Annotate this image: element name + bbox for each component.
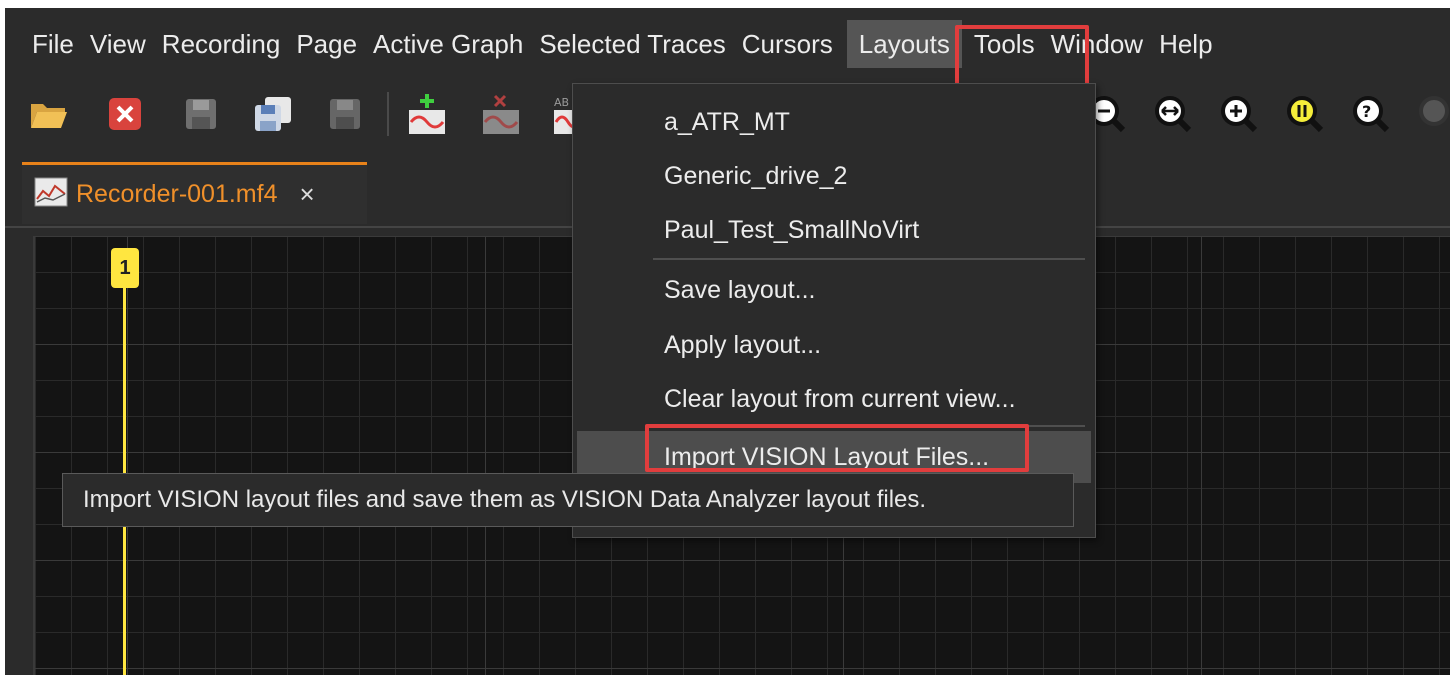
tab-label: Recorder-001.mf4 — [76, 180, 278, 208]
layouts-dropdown-menu: a_ATR_MT Generic_drive_2 Paul_Test_Small… — [572, 83, 1096, 538]
menu-window[interactable]: Window — [1051, 20, 1158, 68]
zoom-pause-icon[interactable]: ? — [1349, 92, 1393, 136]
remove-trace-icon[interactable] — [479, 92, 523, 136]
chart-file-icon — [34, 177, 68, 212]
zoom-in-icon[interactable] — [1217, 92, 1261, 136]
svg-text:AB: AB — [554, 96, 569, 109]
menu-recording[interactable]: Recording — [162, 20, 296, 68]
save-disabled-icon[interactable] — [323, 92, 367, 136]
zoom-query-icon[interactable] — [1415, 92, 1450, 136]
tab-close-icon[interactable]: × — [299, 179, 314, 210]
cursor-line[interactable] — [123, 266, 126, 675]
save-icon[interactable] — [179, 92, 223, 136]
layout-item-a-atr-mt[interactable]: a_ATR_MT — [573, 96, 1095, 148]
menu-separator — [653, 425, 1085, 427]
menu-page[interactable]: Page — [296, 20, 372, 68]
apply-layout-item[interactable]: Apply layout... — [573, 319, 1095, 371]
zoom-vertical-icon[interactable] — [1283, 92, 1327, 136]
menu-cursors[interactable]: Cursors — [742, 20, 848, 68]
menu-file[interactable]: File — [32, 20, 89, 68]
menu-selected-traces[interactable]: Selected Traces — [539, 20, 740, 68]
toolbar-separator — [387, 92, 389, 136]
zoom-horizontal-icon[interactable] — [1151, 92, 1195, 136]
menu-tools[interactable]: Tools — [974, 20, 1050, 68]
app-window: File View Recording Page Active Graph Se… — [5, 8, 1450, 675]
save-layout-item[interactable]: Save layout... — [573, 264, 1095, 316]
menu-help[interactable]: Help — [1159, 20, 1227, 68]
layout-item-generic-drive-2[interactable]: Generic_drive_2 — [573, 150, 1095, 202]
cursor-flag[interactable]: 1 — [111, 248, 139, 288]
menu-layouts[interactable]: Layouts — [846, 20, 962, 68]
close-file-icon[interactable] — [103, 92, 147, 136]
save-all-icon[interactable] — [251, 92, 295, 136]
menu-active-graph[interactable]: Active Graph — [373, 20, 538, 68]
clear-layout-item[interactable]: Clear layout from current view... — [573, 373, 1095, 425]
import-tooltip: Import VISION layout files and save them… — [62, 473, 1074, 527]
add-trace-icon[interactable] — [405, 92, 449, 136]
layout-item-paul-test[interactable]: Paul_Test_SmallNoVirt — [573, 204, 1095, 256]
tab-recorder-001[interactable]: Recorder-001.mf4 × — [22, 162, 367, 224]
svg-text:?: ? — [1362, 102, 1371, 121]
menu-view[interactable]: View — [90, 20, 161, 68]
open-folder-icon[interactable] — [27, 92, 71, 136]
menu-bar: File View Recording Page Active Graph Se… — [5, 8, 1450, 80]
menu-separator — [653, 258, 1085, 260]
